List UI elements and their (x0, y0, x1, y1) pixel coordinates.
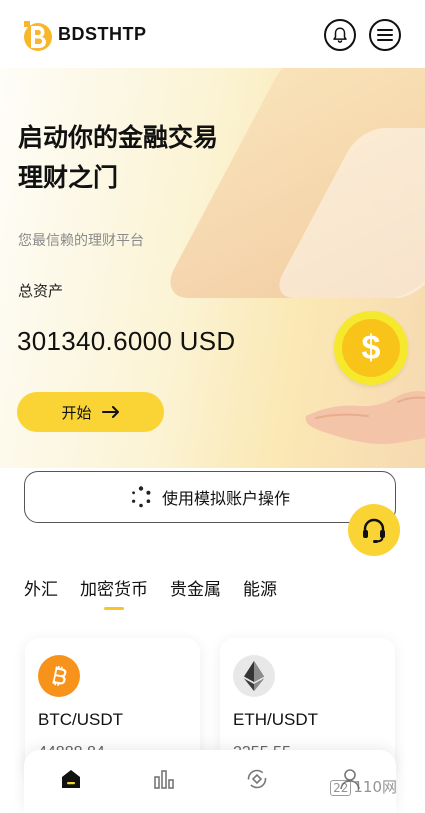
watermark: 22 110网 (330, 776, 397, 797)
hero-banner: 启动你的金融交易 理财之门 您最信赖的理财平台 总资产 301340.6000 … (0, 68, 425, 468)
dollar-coin-icon: $ (334, 311, 408, 385)
coin-symbol: $ (342, 319, 400, 377)
watermark-box: 22 (330, 780, 352, 796)
hero-title-line1: 启动你的金融交易 (18, 124, 219, 152)
market-pair: BTC/USDT (38, 710, 123, 729)
bell-icon (333, 27, 347, 43)
bitcoin-icon (38, 655, 80, 697)
market-category-tabs: 外汇 加密货币 贵金属 能源 (24, 575, 277, 610)
tab-precious-metals[interactable]: 贵金属 (170, 575, 221, 610)
loading-spinner-icon (131, 486, 151, 508)
menu-icon (377, 29, 393, 41)
watermark-text: 110网 (353, 778, 397, 796)
headset-icon (363, 518, 385, 543)
notification-button[interactable] (324, 19, 356, 51)
total-assets-label: 总资产 (18, 282, 64, 300)
demo-account-label: 使用模拟账户操作 (161, 489, 290, 508)
tab-energy[interactable]: 能源 (243, 575, 277, 610)
arrow-right-icon (101, 406, 119, 418)
exchange-icon (247, 769, 266, 788)
menu-button[interactable] (369, 19, 401, 51)
ethereum-icon (233, 655, 275, 697)
brand-logo (24, 21, 52, 51)
tab-forex[interactable]: 外汇 (24, 575, 58, 610)
home-icon (61, 769, 80, 788)
demo-account-button[interactable]: 使用模拟账户操作 (24, 471, 396, 523)
brand-name: BDSTHTP (58, 24, 147, 44)
hand-illustration (305, 391, 425, 444)
app-page: BDSTHTP 启动你的金融交易 理财之门 您最信赖的理财平台 总资产 3013… (0, 0, 425, 813)
nav-market[interactable] (144, 759, 184, 799)
tab-crypto[interactable]: 加密货币 (80, 575, 148, 610)
start-button[interactable]: 开始 (17, 392, 164, 432)
nav-trade[interactable] (237, 759, 277, 799)
hero-title-line2: 理财之门 (18, 164, 119, 192)
hero-title: 启动你的金融交易 理财之门 (18, 118, 278, 198)
total-assets-value: 301340.6000 USD (17, 326, 236, 356)
nav-home[interactable] (51, 759, 91, 799)
market-pair: ETH/USDT (233, 710, 318, 729)
start-button-label: 开始 (61, 403, 92, 422)
chart-icon (153, 769, 174, 789)
top-header: BDSTHTP (0, 0, 425, 68)
hero-subtitle: 您最信赖的理财平台 (18, 233, 144, 249)
customer-support-button[interactable] (348, 504, 400, 556)
